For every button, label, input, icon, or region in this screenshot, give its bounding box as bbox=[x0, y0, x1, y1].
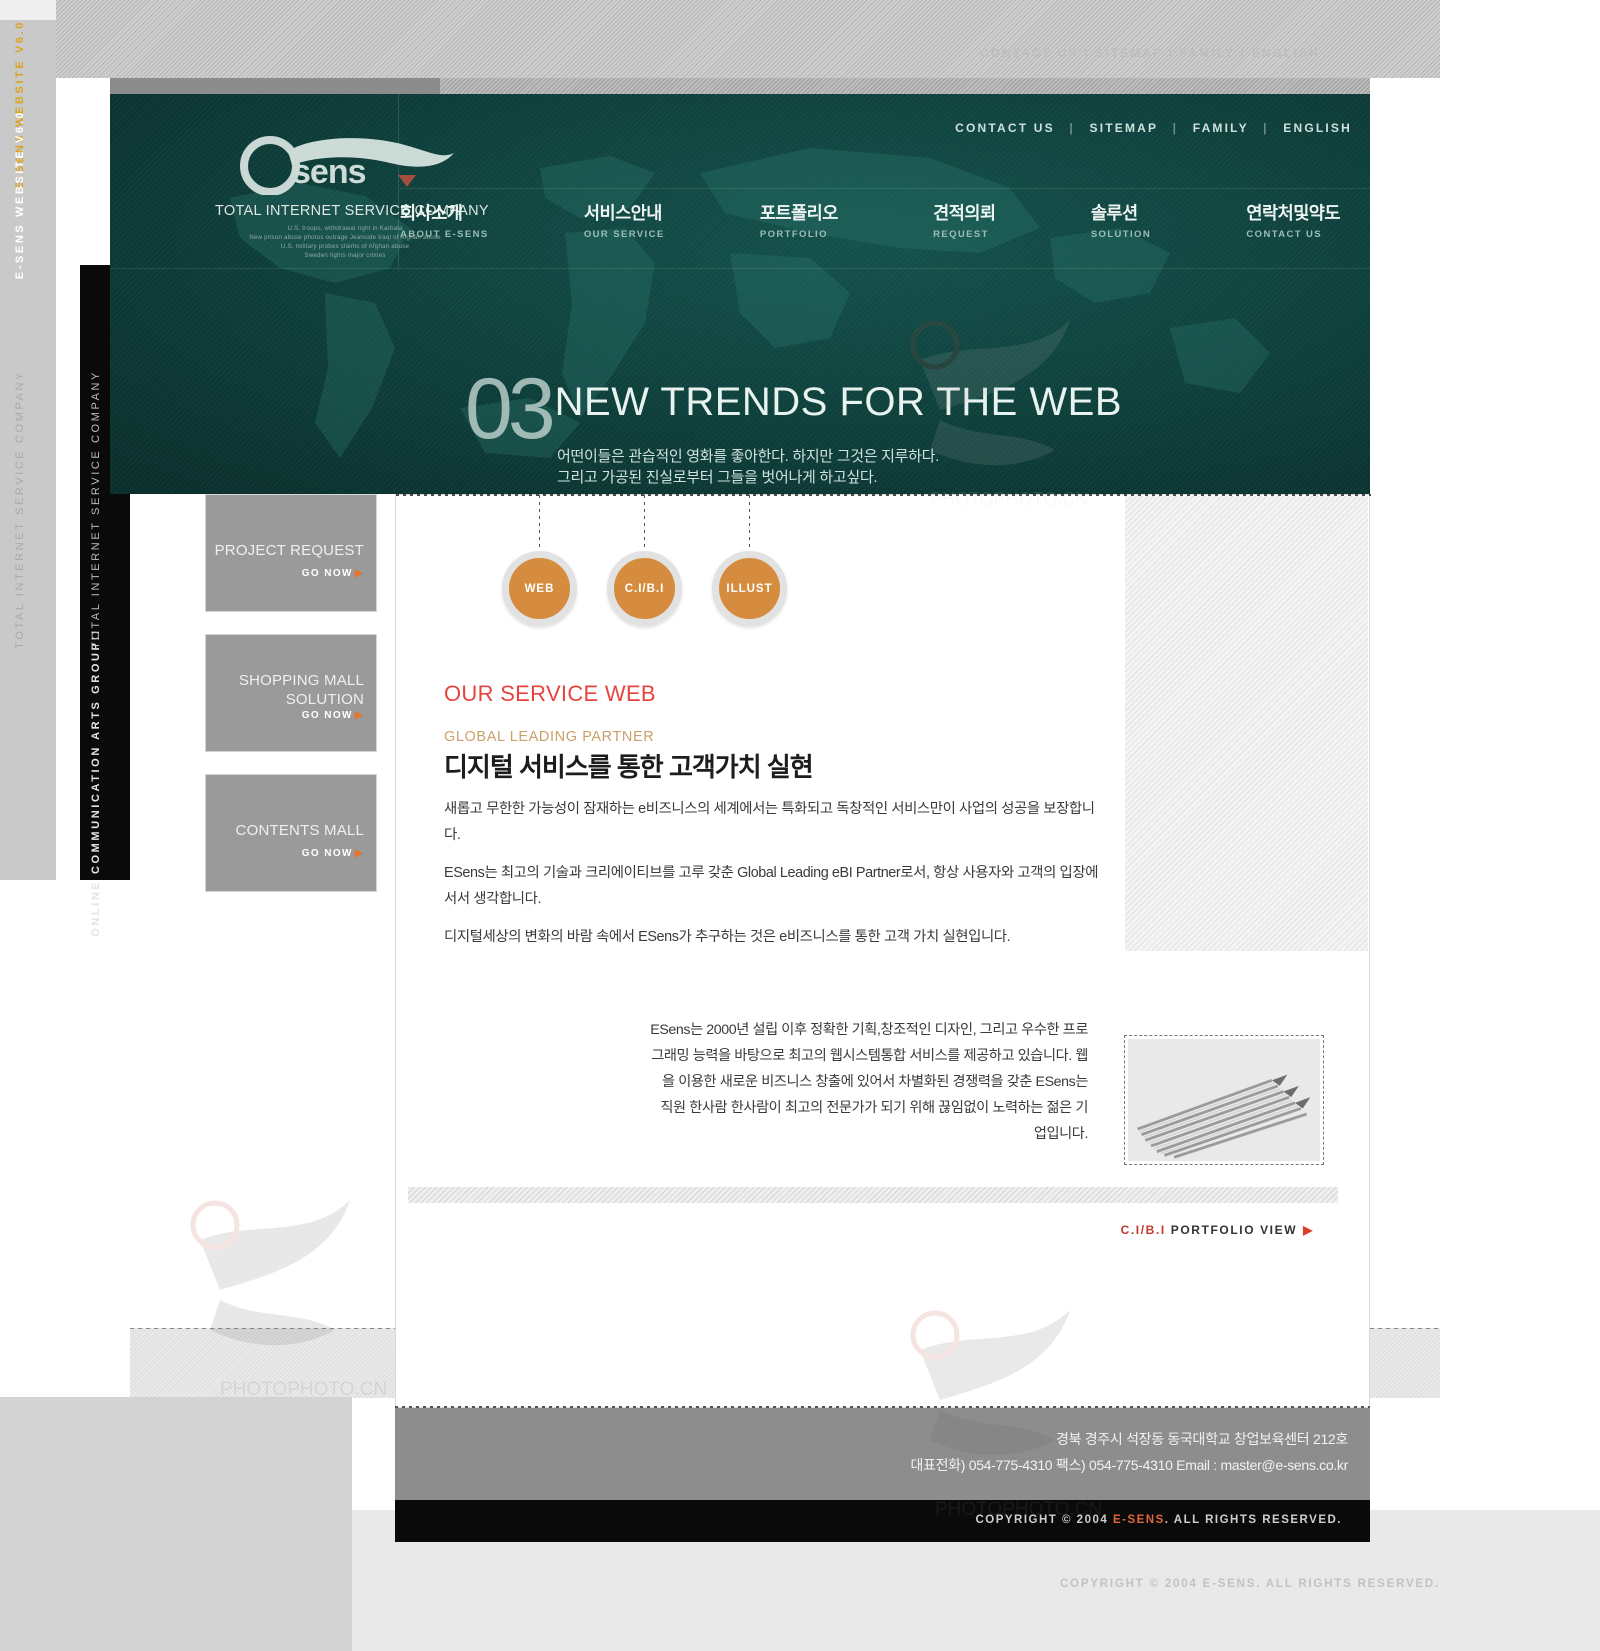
tab-web[interactable]: WEB bbox=[502, 551, 577, 626]
arrow-right-icon: ▶ bbox=[354, 568, 364, 579]
hero-claim-sub-line2: 그리고 가공된 진실로부터 그들을 벗어나게 하고싶다. bbox=[557, 469, 878, 486]
nav-item-label-kr: 연락처및약도 bbox=[1246, 203, 1340, 223]
board-bottom-hatch-rule bbox=[408, 1187, 1338, 1203]
nav-item-label-kr: 회사소개 bbox=[400, 203, 463, 223]
nav-item-contact[interactable]: 연락처및약도 CONTACT US bbox=[1246, 200, 1340, 258]
nav-item-label-en: ABOUT E-SENS bbox=[400, 229, 489, 240]
hero-claim-title: NEW TRENDS FOR THE WEB bbox=[554, 380, 1122, 424]
arrow-right-icon: ▶ bbox=[354, 848, 364, 859]
nav-item-label-en: CONTACT US bbox=[1246, 229, 1322, 240]
promo-contents-mall[interactable]: CONTENTS MALL GO NOW ▶ bbox=[205, 774, 377, 892]
svg-text:sens: sens bbox=[292, 153, 366, 191]
nav-item-label-en: SOLUTION bbox=[1090, 229, 1152, 240]
ribbon-tagline-gray: TOTAL INTERNET SERVICE COMPANY bbox=[14, 370, 26, 649]
bg-faint-topnav: CONTACT US | SITEMAP | FAMILY | ENGLISH bbox=[980, 48, 1320, 60]
promo-go-now-label: GO NOW bbox=[301, 848, 353, 859]
service-heading-kr: 디지털 서비스를 통한 고객가치 실현 bbox=[444, 752, 814, 782]
copyright-brand: E-SENS bbox=[1112, 1514, 1165, 1526]
service-body-paragraph-1: 새롭고 무한한 가능성이 잠재하는 e비즈니스의 세계에서는 특화되고 독창적인… bbox=[444, 801, 1095, 843]
bg-panel-left bbox=[0, 0, 56, 880]
board-hatch-panel bbox=[1125, 496, 1368, 951]
nav-item-label-kr: 서비스안내 bbox=[583, 203, 662, 223]
promo-shopping-mall-solution[interactable]: SHOPPING MALL SOLUTION GO NOW ▶ bbox=[205, 634, 377, 752]
service-heading-red: OUR SERVICE WEB bbox=[444, 681, 656, 706]
promo-go-now[interactable]: GO NOW ▶ bbox=[302, 710, 364, 721]
tab-stem-line bbox=[644, 495, 645, 551]
service-tab-wrap: C.I/B.I bbox=[607, 495, 682, 626]
ribbon-version-white: E-SENS WEBSITE V6.0 bbox=[14, 110, 26, 280]
company-intro-copy: ESens는 2000년 설립 이후 정확한 기획,창조적인 디자인, 그리고 … bbox=[650, 1022, 1088, 1142]
bg-faint-copyright: COPYRIGHT © 2004 E-SENS. ALL RIGHTS RESE… bbox=[1060, 1578, 1441, 1590]
esens-logo-icon: sens bbox=[240, 136, 454, 195]
site-header: sens TOTAL INTERNET SERVICE COMPANY U.S.… bbox=[110, 78, 1370, 494]
promo-title: CONTENTS MALL bbox=[235, 822, 364, 839]
utility-nav-sitemap[interactable]: SITEMAP bbox=[1090, 121, 1159, 135]
left-promo-column: PROJECT REQUEST GO NOW ▶ SHOPPING MALL SO… bbox=[205, 494, 395, 914]
pencils-photo bbox=[1128, 1039, 1320, 1161]
service-body-paragraph-3: 디지털세상의 변화의 바람 속에서 ESens가 추구하는 것은 e비즈니스를 … bbox=[444, 929, 1011, 945]
pencils-photo-frame bbox=[1124, 1035, 1324, 1165]
copyright-prefix: COPYRIGHT © 2004 bbox=[975, 1514, 1113, 1526]
content-board: WEB C.I/B.I ILLUST OUR SERVICE WEB GLOBA… bbox=[395, 494, 1371, 1408]
utility-nav: CONTACT US | SITEMAP | FAMILY | ENGLISH bbox=[955, 121, 1352, 135]
promo-go-now[interactable]: GO NOW ▶ bbox=[302, 848, 364, 859]
utility-nav-separator: | bbox=[1263, 121, 1269, 135]
service-copy-block: OUR SERVICE WEB GLOBAL LEADING PARTNER 디… bbox=[444, 681, 1104, 950]
nav-item-label-en: PORTFOLIO bbox=[759, 229, 828, 240]
utility-nav-separator: | bbox=[1069, 121, 1075, 135]
promo-go-now-label: GO NOW bbox=[301, 568, 353, 579]
nav-item-portfolio[interactable]: 포트폴리오 PORTFOLIO bbox=[759, 200, 839, 258]
nav-item-service[interactable]: 서비스안내 OUR SERVICE bbox=[584, 200, 665, 258]
footer-copyright-text: COPYRIGHT © 2004 E-SENS. ALL RIGHTS RESE… bbox=[975, 1514, 1342, 1526]
utility-nav-family[interactable]: FAMILY bbox=[1193, 121, 1249, 135]
promo-title: SHOPPING MALL SOLUTION bbox=[238, 672, 364, 708]
service-heading-gold: GLOBAL LEADING PARTNER bbox=[444, 729, 655, 745]
nav-item-about[interactable]: 회사소개 ABOUT E-SENS bbox=[400, 200, 489, 258]
nav-item-label-en: OUR SERVICE bbox=[583, 229, 665, 240]
promo-project-request[interactable]: PROJECT REQUEST GO NOW ▶ bbox=[205, 494, 377, 612]
tab-illust[interactable]: ILLUST bbox=[712, 551, 787, 626]
service-tab-row: WEB C.I/B.I ILLUST bbox=[502, 495, 787, 626]
footer-contact: 대표전화) 054-775-4310 팩스) 054-775-4310 Emai… bbox=[910, 1457, 1348, 1473]
main-nav: 회사소개 ABOUT E-SENS 서비스안내 OUR SERVICE 포트폴리… bbox=[400, 200, 1340, 258]
arrow-right-icon: ▶ bbox=[1303, 1223, 1314, 1237]
tab-stem-line bbox=[749, 495, 750, 551]
utility-nav-english[interactable]: ENGLISH bbox=[1283, 121, 1352, 135]
service-tab-wrap: WEB bbox=[502, 495, 577, 626]
portfolio-view-link-label: C.I/B.I bbox=[1120, 1223, 1166, 1237]
header-rule-2 bbox=[110, 268, 1370, 269]
hero-claim-sub-line1: 어떤이들은 관습적인 영화를 좋아한다. 하지만 그것은 지루하다. bbox=[557, 448, 939, 465]
footer-copyright-bar: COPYRIGHT © 2004 E-SENS. ALL RIGHTS RESE… bbox=[395, 1500, 1370, 1542]
utility-nav-contact-us[interactable]: CONTACT US bbox=[955, 121, 1055, 135]
nav-item-solution[interactable]: 솔루션 SOLUTION bbox=[1091, 200, 1151, 258]
bg-panel-right bbox=[1440, 0, 1600, 1651]
copyright-suffix: . ALL RIGHTS RESERVED. bbox=[1164, 1514, 1342, 1526]
hero-claim: 03 NEW TRENDS FOR THE WEB 어떤이들은 관습적인 영화를… bbox=[465, 361, 1122, 488]
site-footer: 경북 경주시 석장동 동국대학교 창업보육센터 212호 대표전화) 054-7… bbox=[395, 1406, 1370, 1500]
service-tab-wrap: ILLUST bbox=[712, 495, 787, 626]
service-body-paragraph-2: ESens는 최고의 기술과 크리에이티브를 고루 갖춘 Global Lead… bbox=[444, 865, 1099, 907]
portfolio-view-link[interactable]: C.I/B.I PORTFOLIO VIEW ▶ bbox=[1121, 1223, 1314, 1237]
bg-hatch-top bbox=[56, 0, 1440, 78]
nav-item-label-en: REQUEST bbox=[933, 229, 989, 240]
promo-go-now[interactable]: GO NOW ▶ bbox=[302, 568, 364, 579]
promo-go-now-label: GO NOW bbox=[301, 710, 353, 721]
nav-item-label-kr: 솔루션 bbox=[1090, 203, 1138, 223]
nav-item-label-kr: 견적의뢰 bbox=[933, 203, 996, 223]
footer-address-block: 경북 경주시 석장동 동국대학교 창업보육센터 212호 대표전화) 054-7… bbox=[910, 1426, 1348, 1478]
tab-ci-bi[interactable]: C.I/B.I bbox=[607, 551, 682, 626]
footer-top-dashed-rule bbox=[395, 1406, 1370, 1408]
tab-stem-line bbox=[539, 495, 540, 551]
promo-title: PROJECT REQUEST bbox=[214, 542, 364, 559]
nav-item-label-kr: 포트폴리오 bbox=[759, 203, 839, 223]
arrow-right-icon: ▶ bbox=[354, 710, 364, 721]
utility-nav-separator: | bbox=[1172, 121, 1179, 135]
hero-claim-number: 03 bbox=[465, 361, 556, 457]
site-window: sens TOTAL INTERNET SERVICE COMPANY U.S.… bbox=[70, 78, 1371, 1542]
nav-item-request[interactable]: 견적의뢰 REQUEST bbox=[933, 200, 996, 258]
portfolio-view-link-text: PORTFOLIO VIEW bbox=[1165, 1223, 1298, 1237]
header-rule-1 bbox=[400, 188, 1370, 189]
footer-address: 경북 경주시 석장동 동국대학교 창업보육센터 212호 bbox=[1055, 1431, 1348, 1447]
